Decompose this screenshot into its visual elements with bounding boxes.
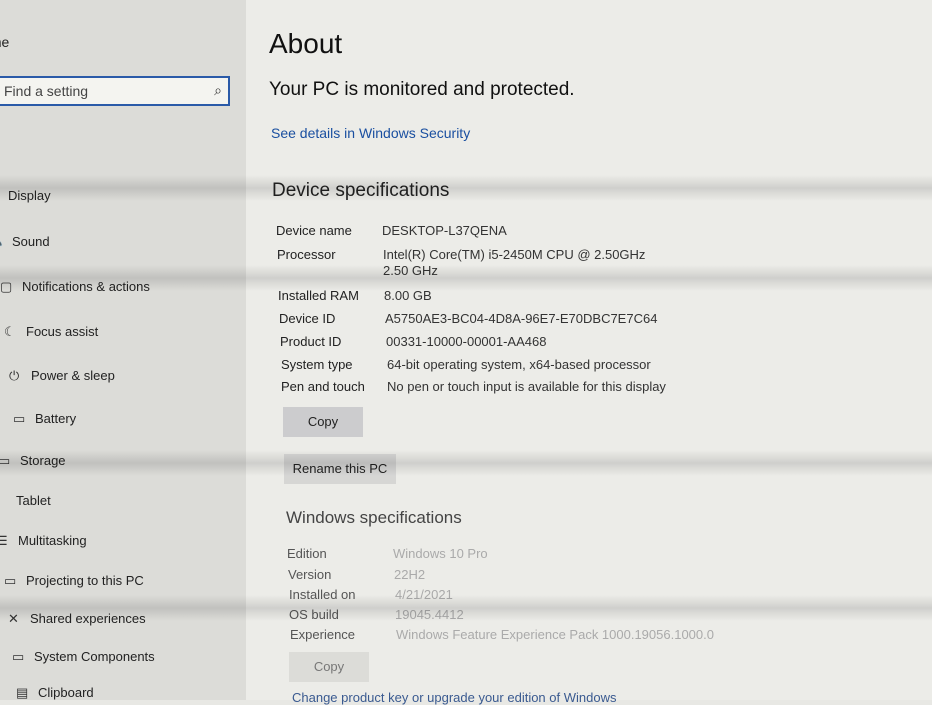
sidebar-home[interactable]: Home — [0, 34, 9, 50]
storage-icon: ▭ — [0, 453, 11, 468]
spec-row: Product ID 00331-10000-00001-AA468 — [280, 334, 546, 349]
sidebar-item-label: Notifications & actions — [22, 279, 150, 294]
sidebar-item-clipboard[interactable]: ▤ Clipboard — [16, 685, 94, 700]
sidebar-item-label: Tablet — [16, 493, 51, 508]
sidebar-item-label: Multitasking — [18, 533, 87, 548]
clipboard-icon: ▤ — [16, 685, 29, 700]
search-icon: ⌕ — [214, 82, 222, 98]
projecting-icon: ▭ — [4, 573, 17, 588]
spec-row: Edition Windows 10 Pro — [287, 546, 488, 561]
search-placeholder: Find a setting — [4, 83, 89, 99]
spec-label: Experience — [290, 627, 356, 642]
sidebar-item-label: Power & sleep — [31, 368, 115, 383]
sidebar-item-label: Projecting to this PC — [26, 573, 144, 588]
spec-row: Experience Windows Feature Experience Pac… — [290, 627, 714, 642]
sidebar-item-power-sleep[interactable]: ⏻ Power & sleep — [9, 368, 115, 384]
spec-value: Windows 10 Pro — [393, 546, 488, 561]
spec-label: Installed on — [289, 587, 356, 602]
spec-value: 4/21/2021 — [395, 587, 453, 602]
components-icon: ▭ — [12, 649, 25, 664]
spec-row: System type 64-bit operating system, x64-… — [281, 357, 651, 372]
sidebar-item-label: Battery — [35, 411, 77, 426]
spec-label: Product ID — [280, 334, 342, 349]
spec-value: 8.00 GB — [384, 288, 432, 303]
spec-label: Version — [288, 567, 332, 582]
notifications-icon: ▢ — [0, 279, 13, 294]
protection-status: Your PC is monitored and protected. — [269, 79, 575, 100]
spec-row: Installed on 4/21/2021 — [289, 587, 453, 602]
spec-label: Device ID — [279, 311, 336, 326]
sidebar-item-label: Focus assist — [26, 324, 99, 339]
shared-icon: ✕ — [8, 611, 19, 626]
sound-icon: 🔈 — [0, 234, 6, 250]
spec-row: OS build 19045.4412 — [289, 607, 464, 622]
spec-value: 00331-10000-00001-AA468 — [386, 334, 547, 349]
spec-label: Processor — [277, 247, 336, 262]
copy-windows-specs-button[interactable]: Copy — [289, 652, 369, 682]
windows-specs-heading: Windows specifications — [286, 508, 462, 527]
spec-value: A5750AE3-BC04-4D8A-96E7-E70DBC7E7C64 — [385, 311, 658, 326]
sidebar-item-projecting-to-this-pc[interactable]: ▭ Projecting to this PC — [4, 573, 144, 589]
sidebar-item-label: Sound — [12, 234, 50, 249]
spec-row: Device name DESKTOP-L37QENA — [276, 223, 507, 238]
spec-value: 19045.4412 — [395, 607, 464, 622]
sidebar-item-focus-assist[interactable]: ☾ Focus assist — [4, 324, 98, 340]
sidebar-item-tablet[interactable]: ▯ Tablet — [0, 493, 51, 509]
about-page: About Your PC is monitored and protected… — [246, 0, 932, 705]
spec-label: OS build — [289, 607, 339, 622]
sidebar-item-label: System Components — [34, 649, 155, 664]
spec-value: DESKTOP-L37QENA — [382, 223, 507, 238]
spec-label: Edition — [287, 546, 327, 561]
copy-device-specs-button[interactable]: Copy — [283, 407, 363, 437]
spec-row: Device ID A5750AE3-BC04-4D8A-96E7-E70DBC7… — [279, 311, 657, 326]
spec-value: Intel(R) Core(TM) i5-2450M CPU @ 2.50GHz… — [383, 247, 646, 278]
search-input[interactable]: Find a setting ⌕ — [0, 76, 230, 106]
sidebar-item-label: Clipboard — [38, 685, 94, 700]
change-product-key-link[interactable]: Change product key or upgrade your editi… — [292, 690, 616, 705]
sidebar-item-notifications-actions[interactable]: ▢ Notifications & actions — [0, 279, 150, 295]
tablet-icon: ▯ — [0, 493, 8, 509]
sidebar: Home Find a setting ⌕ ▭Display🔈Sound▢Not… — [0, 0, 246, 700]
spec-value: No pen or touch input is available for t… — [387, 379, 666, 394]
battery-icon: ▭ — [13, 411, 26, 426]
sidebar-item-system-components[interactable]: ▭ System Components — [12, 649, 155, 665]
spec-label: System type — [281, 357, 353, 372]
spec-row: Processor Intel(R) Core(TM) i5-2450M CPU … — [277, 247, 673, 279]
spec-value: Windows Feature Experience Pack 1000.190… — [396, 627, 714, 642]
spec-label: Installed RAM — [278, 288, 359, 303]
spec-row: Installed RAM 8.00 GB — [278, 288, 432, 303]
sidebar-item-storage[interactable]: ▭ Storage — [0, 453, 66, 469]
sidebar-item-display[interactable]: ▭Display — [0, 188, 51, 204]
multitasking-icon: ☰ — [0, 533, 8, 548]
sidebar-item-shared-experiences[interactable]: ✕ Shared experiences — [8, 611, 146, 627]
spec-row: Version 22H2 — [288, 567, 425, 582]
page-title: About — [269, 28, 343, 59]
sidebar-item-multitasking[interactable]: ☰ Multitasking — [0, 533, 87, 549]
sidebar-item-label: Shared experiences — [30, 611, 146, 626]
spec-row: Pen and touch No pen or touch input is av… — [281, 379, 666, 394]
spec-value: 22H2 — [394, 567, 426, 582]
sidebar-item-label: Display — [8, 188, 51, 203]
power-icon: ⏻ — [9, 368, 20, 383]
sidebar-item-battery[interactable]: ▭ Battery — [13, 411, 76, 427]
spec-value: 64-bit operating system, x64-based proce… — [387, 357, 651, 372]
sidebar-item-sound[interactable]: 🔈 Sound — [0, 234, 50, 250]
focus-assist-icon: ☾ — [4, 324, 16, 339]
device-specs-heading: Device specifications — [272, 180, 450, 201]
windows-security-link[interactable]: See details in Windows Security — [271, 125, 470, 141]
spec-label: Device name — [276, 223, 352, 238]
spec-label: Pen and touch — [281, 379, 365, 394]
sidebar-item-label: Storage — [20, 453, 66, 468]
rename-pc-button[interactable]: Rename this PC — [284, 454, 396, 484]
